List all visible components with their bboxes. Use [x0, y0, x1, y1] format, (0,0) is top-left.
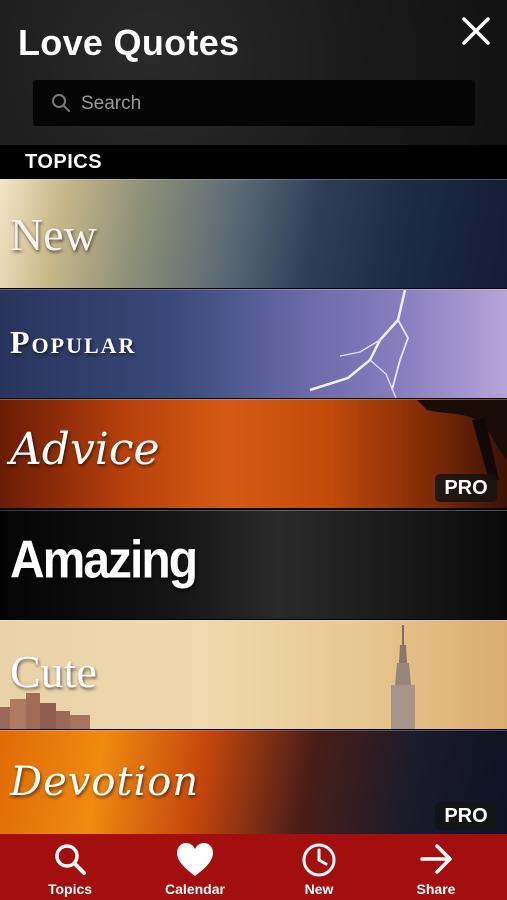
topic-label: Popular	[10, 324, 137, 360]
tab-topics[interactable]: Topics	[7, 834, 133, 900]
arrow-right-icon	[420, 844, 452, 874]
search-input[interactable]	[79, 80, 463, 128]
tab-bar: Topics Calendar New Share	[0, 834, 507, 900]
header: Love Quotes	[0, 0, 507, 145]
tab-label: Calendar	[165, 881, 225, 897]
search-icon	[52, 94, 70, 112]
tab-label: Topics	[47, 881, 93, 897]
topic-row-popular[interactable]: Popular	[0, 289, 507, 398]
topic-row-devotion[interactable]: Devotion PRO	[0, 730, 507, 834]
topic-label: Devotion	[10, 759, 200, 805]
topic-row-new[interactable]: New	[0, 179, 507, 288]
section-label: TOPICS	[25, 151, 103, 173]
topics-list: New Popular Advice PRO Amazing Cute Devo…	[0, 179, 507, 834]
search-icon	[55, 844, 86, 875]
topic-label: Amazing	[10, 531, 198, 590]
tab-label: Share	[416, 881, 456, 897]
tab-label: New	[304, 881, 334, 897]
topic-row-advice[interactable]: Advice PRO	[0, 399, 507, 508]
clock-icon	[302, 843, 336, 877]
heart-icon	[177, 843, 213, 876]
page-title: Love Quotes	[18, 22, 240, 63]
tab-share[interactable]: Share	[373, 834, 499, 900]
lightning-image	[309, 290, 409, 398]
topic-label: New	[10, 209, 97, 260]
empire-state-building-image	[391, 625, 415, 729]
pro-badge: PRO	[435, 474, 497, 502]
topics-section-header: TOPICS	[0, 145, 507, 179]
topic-row-cute[interactable]: Cute	[0, 620, 507, 729]
search-bar[interactable]	[33, 80, 475, 128]
pro-badge: PRO	[435, 802, 497, 830]
topic-label: Cute	[10, 646, 97, 697]
tab-new[interactable]: New	[256, 834, 382, 900]
topic-label: Advice	[10, 424, 160, 475]
tab-calendar[interactable]: Calendar	[132, 834, 258, 900]
fork-image	[417, 400, 507, 480]
topic-row-amazing[interactable]: Amazing	[0, 510, 507, 619]
close-icon[interactable]	[459, 14, 493, 48]
